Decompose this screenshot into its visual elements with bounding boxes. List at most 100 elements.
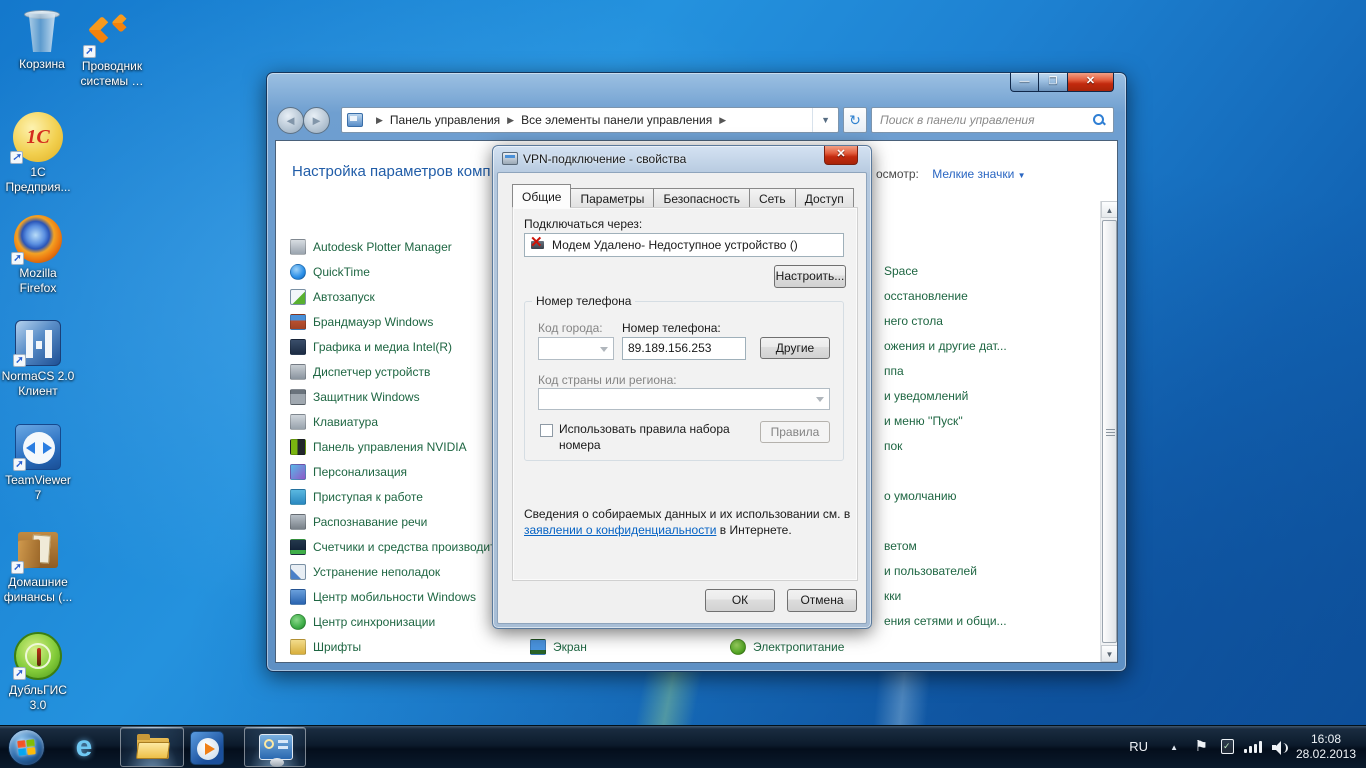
list-item-fragment[interactable]: него стола xyxy=(884,309,943,334)
volume-icon[interactable] xyxy=(1272,741,1288,754)
desktop-icon-firefox[interactable]: ➚ MozillaFirefox xyxy=(0,215,86,296)
page-title: Настройка параметров комп xyxy=(292,163,491,180)
start-button[interactable] xyxy=(8,729,45,766)
breadcrumb-arrow-icon: ▶ xyxy=(376,115,383,126)
chevron-down-icon xyxy=(600,347,608,352)
list-item-fragment[interactable]: и уведомлений xyxy=(884,384,968,409)
list-item-screen[interactable]: Экран xyxy=(530,634,587,659)
list-item-fragment[interactable]: ожения и другие дат... xyxy=(884,334,1007,359)
city-code-label: Код города: xyxy=(538,321,603,335)
tab-sharing[interactable]: Доступ xyxy=(796,188,854,208)
maximize-button[interactable]: ❐ xyxy=(1039,73,1067,92)
tab-strip: Общие Параметры Безопасность Сеть Доступ xyxy=(512,184,854,208)
nvidia-icon xyxy=(290,439,306,455)
mobility-center-icon xyxy=(290,589,306,605)
tab-network[interactable]: Сеть xyxy=(750,188,796,208)
country-code-label: Код страны или региона: xyxy=(538,373,677,387)
speech-recognition-icon xyxy=(290,514,306,530)
scroll-down-icon[interactable]: ▼ xyxy=(1101,645,1118,662)
breadcrumb-arrow-icon: ▶ xyxy=(719,115,726,126)
dialing-rules-label-line2: номера xyxy=(559,438,601,452)
system-tray: RU ▲ ⚑ 16:08 28.02.2013 xyxy=(1046,726,1366,768)
dialog-body: Общие Параметры Безопасность Сеть Доступ… xyxy=(497,172,867,624)
list-item-fragment[interactable]: и меню ''Пуск'' xyxy=(884,409,963,434)
list-item-fragment[interactable]: кки xyxy=(884,584,901,609)
tab-general[interactable]: Общие xyxy=(512,184,571,208)
1c-icon: 1С➚ xyxy=(13,112,63,162)
plotter-icon xyxy=(290,239,306,255)
scrollbar-thumb[interactable] xyxy=(1102,220,1117,643)
tray-time: 16:08 xyxy=(1292,732,1360,747)
connect-via-label: Подключаться через: xyxy=(524,217,642,231)
vertical-scrollbar[interactable]: ▲ ▼ xyxy=(1100,201,1117,662)
privacy-statement-link[interactable]: заявлении о конфиденциальности xyxy=(524,523,716,537)
desktop-icon-teamviewer[interactable]: ➚ TeamViewer7 xyxy=(0,424,86,503)
list-item-fragment[interactable]: пок xyxy=(884,434,902,459)
list-item-fragment[interactable]: осстановление xyxy=(884,284,968,309)
search-box[interactable]: Поиск в панели управления xyxy=(871,107,1114,133)
window-caption-buttons: — ❐ ✕ xyxy=(1010,73,1114,92)
show-hidden-icons-button[interactable]: ▲ xyxy=(1170,743,1178,752)
clock[interactable]: 16:08 28.02.2013 xyxy=(1292,732,1360,762)
tab-security[interactable]: Безопасность xyxy=(654,188,750,208)
chevron-down-icon: ▼ xyxy=(1018,171,1026,180)
view-value[interactable]: Мелкие значки xyxy=(932,167,1014,181)
play-icon xyxy=(205,743,215,755)
list-item-fragment[interactable]: и пользователей xyxy=(884,559,977,584)
desktop-icon-home-finances[interactable]: ➚ Домашниефинансы (... xyxy=(0,528,86,605)
list-item[interactable]: Язык и региональные стандарты xyxy=(290,659,620,663)
shortcut-arrow-icon: ➚ xyxy=(11,561,24,574)
refresh-button[interactable]: ↻ xyxy=(843,107,867,133)
forward-button[interactable]: ► xyxy=(303,107,330,134)
list-item-fragment[interactable]: о умолчанию xyxy=(884,484,957,509)
country-code-combo xyxy=(538,388,830,410)
media-player-button[interactable] xyxy=(190,731,224,765)
breadcrumb-control-panel[interactable]: Панель управления xyxy=(390,113,500,127)
list-item-fragment[interactable]: ветом xyxy=(884,534,917,559)
device-value: Модем Удалено- Недоступное устройство () xyxy=(552,238,798,252)
cancel-button[interactable]: Отмена xyxy=(787,589,857,612)
internet-explorer-button[interactable]: e xyxy=(64,730,104,766)
network-signal-icon[interactable] xyxy=(1244,741,1262,753)
control-panel-icon xyxy=(259,734,293,760)
fonts-icon xyxy=(290,639,306,655)
control-panel-icon xyxy=(347,113,363,127)
taskbar: e RU ▲ ⚑ 16:08 28.02.2013 xyxy=(0,725,1366,768)
desktop-icon-system-explorer[interactable]: ➚ Проводниксистемы … xyxy=(64,8,160,89)
ok-button[interactable]: ОК xyxy=(705,589,775,612)
address-bar[interactable]: ▶ Панель управления ▶ Все элементы панел… xyxy=(341,107,839,133)
phone-number-input[interactable]: 89.189.156.253 xyxy=(622,337,746,360)
explorer-taskbar-button[interactable] xyxy=(120,727,184,767)
dialing-rules-checkbox[interactable] xyxy=(540,424,553,437)
desktop-icon-1c[interactable]: 1С➚ 1СПредприя... xyxy=(0,112,86,195)
address-dropdown-icon[interactable]: ▼ xyxy=(812,108,838,132)
list-item-power[interactable]: Электропитание xyxy=(730,634,844,659)
dialing-rules-label-line1: Использовать правила набора xyxy=(559,422,730,436)
scroll-up-icon[interactable]: ▲ xyxy=(1101,201,1118,218)
desktop-icon-dublgis[interactable]: ➚ ДубльГИС3.0 xyxy=(0,632,86,713)
desktop-icon-normacs[interactable]: ➚ NormaCS 2.0Клиент xyxy=(0,320,86,399)
breadcrumb-arrow-icon: ▶ xyxy=(507,115,514,126)
keyboard-icon xyxy=(290,414,306,430)
recycle-bin-icon xyxy=(22,8,62,54)
configure-button[interactable]: Настроить... xyxy=(774,265,846,288)
minimize-button[interactable]: — xyxy=(1010,73,1039,92)
close-button[interactable]: ✕ xyxy=(1067,73,1114,92)
control-panel-taskbar-button[interactable] xyxy=(244,727,306,767)
getting-started-icon xyxy=(290,489,306,505)
action-center-flag-icon[interactable]: ⚑ xyxy=(1195,737,1208,755)
tab-options[interactable]: Параметры xyxy=(571,188,654,208)
back-button[interactable]: ◄ xyxy=(277,107,304,134)
windows-logo-icon xyxy=(17,739,37,757)
list-item-fragment[interactable]: ппа xyxy=(884,359,904,384)
dialog-title: VPN-подключение - свойства xyxy=(523,152,686,166)
normacs-icon: ➚ xyxy=(15,320,61,366)
list-item-fragment[interactable]: ения сетями и общи... xyxy=(884,609,1007,634)
dialog-close-button[interactable]: ✕ xyxy=(824,146,858,165)
language-indicator[interactable]: RU xyxy=(1129,739,1148,754)
view-selector[interactable]: осмотр: Мелкие значки ▼ xyxy=(876,167,1026,181)
safely-remove-hardware-icon[interactable] xyxy=(1221,739,1234,754)
alternates-button[interactable]: Другие xyxy=(760,337,830,359)
breadcrumb-all-items[interactable]: Все элементы панели управления xyxy=(521,113,712,127)
list-item-fragment[interactable]: Space xyxy=(884,259,918,284)
